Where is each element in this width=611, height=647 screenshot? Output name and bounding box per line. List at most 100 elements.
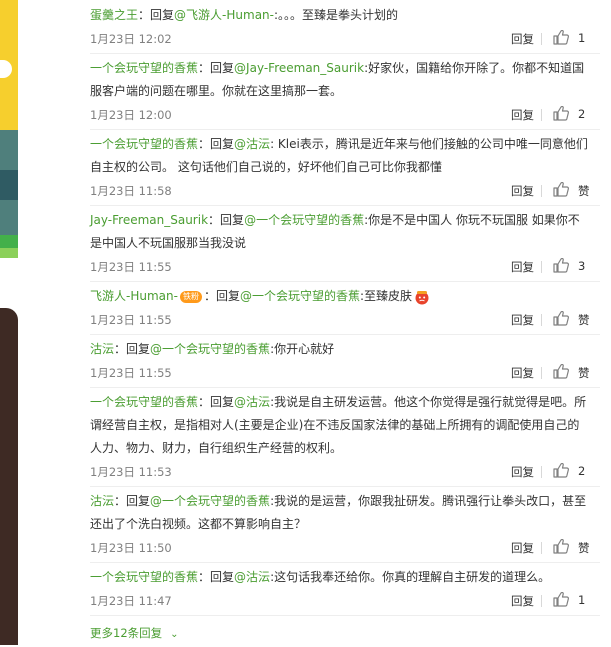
reply-username[interactable]: 一个会玩守望的香蕉	[90, 137, 198, 151]
reply-timestamp: 1月23日 11:55	[90, 313, 172, 327]
reply-timestamp: 1月23日 11:58	[90, 184, 172, 198]
like-count[interactable]: 3	[578, 259, 585, 273]
reply-body: 你开心就好	[274, 342, 335, 356]
meta-divider	[541, 109, 542, 121]
meta-divider	[541, 466, 542, 478]
like-count[interactable]: 2	[578, 464, 585, 478]
reply-username[interactable]: 沽沄	[90, 494, 114, 508]
reply-keyword: 回复	[126, 494, 151, 508]
thumbs-up-icon[interactable]	[553, 463, 573, 479]
mention-link[interactable]: @一个会玩守望的香蕉	[150, 342, 270, 356]
reply-item: 一个会玩守望的香蕉：回复@沽沄: Klei表示，腾讯是近年来与他们接触的公司中唯…	[90, 133, 600, 206]
mention-link[interactable]: @沽沄	[234, 570, 270, 584]
more-replies-link[interactable]: 更多12条回复 ⌄	[90, 621, 179, 645]
like-count[interactable]: 赞	[578, 365, 590, 381]
reply-colon: ：	[198, 61, 211, 75]
mention-link[interactable]: @Jay-Freeman_Saurik	[234, 61, 364, 75]
like-count[interactable]: 赞	[578, 183, 590, 199]
reply-button[interactable]: 回复	[511, 540, 534, 556]
reply-colon: ：	[198, 395, 211, 409]
reply-item: 蛋羹之王：回复@飞游人-Human-:。。。至臻是拳头计划的 1月23日 12:0…	[90, 4, 600, 54]
reply-colon: ：	[208, 213, 221, 227]
reply-text: 一个会玩守望的香蕉：回复@沽沄:我说是自主研发运营。他这个你觉得是强行就觉得是吧…	[90, 391, 590, 460]
angry-face-emoji-icon	[414, 289, 430, 305]
reply-meta: 1月23日 12:00 回复 2	[90, 103, 600, 129]
reply-text: 飞游人-Human- 铁粉 ：回复@一个会玩守望的香蕉:至臻皮肤	[90, 285, 590, 308]
meta-divider	[541, 33, 542, 45]
reply-username[interactable]: Jay-Freeman_Saurik	[90, 213, 208, 227]
reply-timestamp: 1月23日 11:50	[90, 541, 172, 555]
thumbs-up-icon[interactable]	[553, 539, 573, 555]
reply-colon: ：	[203, 289, 216, 303]
mention-link[interactable]: @沽沄	[234, 395, 270, 409]
reply-meta: 1月23日 11:55 回复 赞	[90, 361, 600, 387]
mention-link[interactable]: @飞游人-Human-	[174, 8, 274, 22]
reply-username[interactable]: 蛋羹之王	[90, 8, 138, 22]
reply-timestamp: 1月23日 11:47	[90, 594, 172, 608]
reply-username[interactable]: 一个会玩守望的香蕉	[90, 61, 198, 75]
reply-meta: 1月23日 11:53 回复 2	[90, 460, 600, 486]
thumbs-up-icon[interactable]	[553, 364, 573, 380]
reply-item: 一个会玩守望的香蕉：回复@沽沄:这句话我奉还给你。你真的理解自主研发的道理么。 1…	[90, 566, 600, 616]
reply-body: 至臻皮肤	[364, 289, 413, 303]
reply-meta: 1月23日 11:55 回复 3	[90, 255, 600, 281]
reply-timestamp: 1月23日 11:55	[90, 260, 172, 274]
reply-meta: 1月23日 11:58 回复 赞	[90, 179, 600, 205]
reply-keyword: 回复	[220, 213, 245, 227]
reply-timestamp: 1月23日 11:55	[90, 366, 172, 380]
reply-meta: 1月23日 11:50 回复 赞	[90, 536, 600, 562]
reply-text: 一个会玩守望的香蕉：回复@沽沄:这句话我奉还给你。你真的理解自主研发的道理么。	[90, 566, 590, 589]
thumbs-up-icon[interactable]	[553, 592, 573, 608]
thumbs-up-icon[interactable]	[553, 106, 573, 122]
reply-colon: ：	[138, 8, 151, 22]
reply-keyword: 回复	[210, 61, 235, 75]
reply-button[interactable]: 回复	[511, 593, 534, 609]
like-count[interactable]: 2	[578, 107, 585, 121]
thumbs-up-icon[interactable]	[553, 30, 573, 46]
reply-username[interactable]: 一个会玩守望的香蕉	[90, 570, 198, 584]
reply-timestamp: 1月23日 12:02	[90, 32, 172, 46]
reply-button[interactable]: 回复	[511, 365, 534, 381]
mention-link[interactable]: @一个会玩守望的香蕉	[244, 213, 364, 227]
mention-link[interactable]: @一个会玩守望的香蕉	[150, 494, 270, 508]
like-count[interactable]: 1	[578, 593, 585, 607]
more-replies-label[interactable]: 更多12条回复	[90, 626, 162, 640]
reply-text: 一个会玩守望的香蕉：回复@沽沄: Klei表示，腾讯是近年来与他们接触的公司中唯…	[90, 133, 590, 179]
reply-timestamp: 1月23日 11:53	[90, 465, 172, 479]
reply-colon: ：	[198, 570, 211, 584]
thumbs-up-icon[interactable]	[553, 258, 573, 274]
reply-colon: ：	[114, 494, 127, 508]
reply-timestamp: 1月23日 12:00	[90, 108, 172, 122]
reply-username[interactable]: 一个会玩守望的香蕉	[90, 395, 198, 409]
reply-button[interactable]: 回复	[511, 183, 534, 199]
reply-button[interactable]: 回复	[511, 107, 534, 123]
like-count[interactable]: 赞	[578, 540, 590, 556]
reply-meta: 1月23日 12:02 回复 1	[90, 27, 600, 53]
like-count[interactable]: 赞	[578, 312, 590, 328]
reply-text: 沽沄：回复@一个会玩守望的香蕉:我说的是运营，你跟我扯研发。腾讯强行让拳头改口，…	[90, 490, 590, 536]
reply-colon: ：	[114, 342, 127, 356]
reply-item: 飞游人-Human- 铁粉 ：回复@一个会玩守望的香蕉:至臻皮肤 1月23日 11:5…	[90, 285, 600, 335]
thumbs-up-icon[interactable]	[553, 182, 573, 198]
reply-meta: 1月23日 11:47 回复 1	[90, 589, 600, 615]
reply-button[interactable]: 回复	[511, 31, 534, 47]
reply-item: Jay-Freeman_Saurik：回复@一个会玩守望的香蕉:你是不是中国人 …	[90, 209, 600, 282]
reply-button[interactable]: 回复	[511, 259, 534, 275]
reply-button[interactable]: 回复	[511, 312, 534, 328]
mention-link[interactable]: @沽沄	[234, 137, 270, 151]
reply-username[interactable]: 沽沄	[90, 342, 114, 356]
reply-keyword: 回复	[210, 395, 235, 409]
reply-text: 蛋羹之王：回复@飞游人-Human-:。。。至臻是拳头计划的	[90, 4, 590, 27]
chevron-down-icon[interactable]: ⌄	[170, 623, 178, 647]
meta-divider	[541, 185, 542, 197]
reply-username[interactable]: 飞游人-Human-	[90, 289, 178, 303]
reply-item: 沽沄：回复@一个会玩守望的香蕉:你开心就好 1月23日 11:55 回复赞	[90, 338, 600, 388]
thumbs-up-icon[interactable]	[553, 311, 573, 327]
reply-button[interactable]: 回复	[511, 464, 534, 480]
reply-text: Jay-Freeman_Saurik：回复@一个会玩守望的香蕉:你是不是中国人 …	[90, 209, 590, 255]
meta-divider	[541, 261, 542, 273]
mention-link[interactable]: @一个会玩守望的香蕉	[240, 289, 360, 303]
reply-keyword: 回复	[210, 570, 235, 584]
like-count[interactable]: 1	[578, 31, 585, 45]
reply-item: 一个会玩守望的香蕉：回复@Jay-Freeman_Saurik:好家伙，国籍给你…	[90, 57, 600, 130]
